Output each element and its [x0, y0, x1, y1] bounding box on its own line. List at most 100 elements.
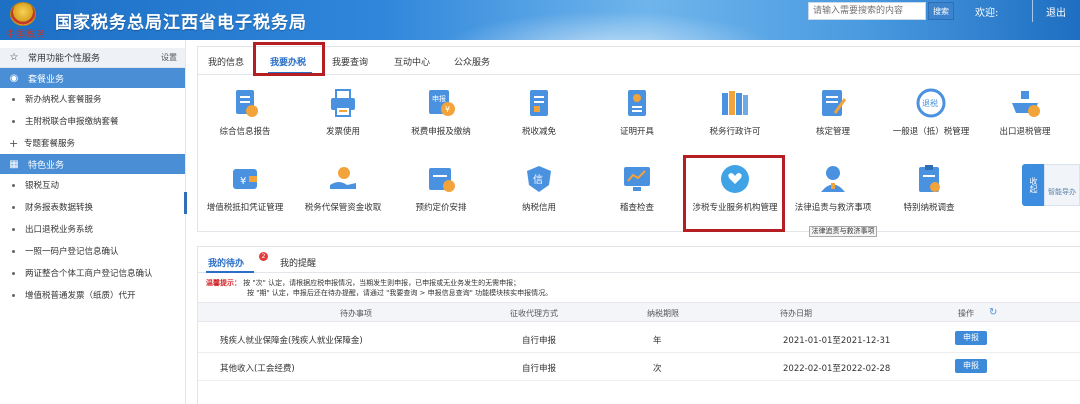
- wallet-icon: ¥: [228, 162, 262, 196]
- sidebar-item-label: 主附税联合申报缴纳套餐: [25, 117, 119, 127]
- service-label: 核定管理: [815, 127, 850, 137]
- globe-icon: ◉: [9, 72, 19, 84]
- service-tax-reduction[interactable]: 税收减免: [494, 86, 584, 137]
- tooltip: 法律追责与救济事项: [809, 226, 877, 237]
- sidebar-item[interactable]: 增值税普通发票（纸质）代开: [0, 284, 185, 306]
- search-input[interactable]: [808, 2, 926, 20]
- books-icon: [718, 86, 752, 120]
- bullet-icon: [12, 205, 15, 209]
- tab-public-service[interactable]: 公众服务: [454, 55, 490, 68]
- sidebar-collapse-handle[interactable]: [184, 192, 187, 214]
- service-certificate[interactable]: 证明开具: [592, 86, 682, 137]
- sidebar-common-header[interactable]: ☆ 常用功能个性服务 设置: [0, 48, 185, 68]
- header-divider: [1032, 0, 1033, 22]
- sidebar-item[interactable]: 一照一码户登记信息确认: [0, 240, 185, 262]
- sidebar-item[interactable]: 主附税联合申报缴纳套餐: [0, 110, 185, 132]
- star-icon: ☆: [9, 52, 19, 63]
- service-inspection[interactable]: 稽查检查: [592, 162, 682, 213]
- tab-interaction[interactable]: 互动中心: [394, 55, 430, 68]
- bullet-icon: [12, 249, 15, 253]
- sidebar-item[interactable]: 财务报表数据转换: [0, 196, 185, 218]
- sidebar-item-label: 增值税普通发票（纸质）代开: [25, 291, 136, 301]
- sidebar-package-label: 套餐业务: [28, 74, 65, 85]
- sidebar-item[interactable]: 银税互动: [0, 174, 185, 196]
- service-declare-pay[interactable]: 申报 ¥ 税费申报及缴纳: [396, 86, 486, 137]
- sidebar-item-label: 出口退税业务系统: [25, 225, 94, 235]
- todo-method: 自行申报: [522, 336, 557, 346]
- service-special-investigation[interactable]: 特别纳税调查: [884, 162, 974, 213]
- service-label: 税务代保管资金收取: [304, 203, 382, 213]
- sidebar-item[interactable]: 出口退税业务系统: [0, 218, 185, 240]
- clipboard-icon: [912, 162, 946, 196]
- service-credit[interactable]: 信 纳税信用: [494, 162, 584, 213]
- bullet-icon: [12, 293, 15, 297]
- svg-text:信: 信: [533, 174, 543, 186]
- service-fund-custody[interactable]: 税务代保管资金收取: [298, 162, 388, 213]
- sidebar-package-header[interactable]: ◉ 套餐业务: [0, 68, 185, 88]
- report-icon: [228, 86, 262, 120]
- tab-my-todo[interactable]: 我的待办: [208, 256, 244, 269]
- sidebar-item[interactable]: 两证整合个体工商户登记信息确认: [0, 262, 185, 284]
- checklist-icon: [816, 86, 850, 120]
- service-refund[interactable]: 退税 一般退（抵）税管理: [886, 86, 976, 137]
- sidebar-item-label: 银税互动: [25, 181, 60, 191]
- smart-guide-card[interactable]: 智能导办: [1044, 164, 1080, 206]
- declare-button[interactable]: 申报: [955, 331, 987, 345]
- sidebar-setting-link[interactable]: 设置: [161, 52, 177, 63]
- todo-period: 次: [653, 364, 662, 374]
- sidebar-item[interactable]: 新办纳税人套餐服务: [0, 88, 185, 110]
- svg-text:申报: 申报: [432, 94, 446, 103]
- service-label: 证明开具: [619, 127, 654, 137]
- person-icon: [816, 162, 850, 196]
- search-button[interactable]: 搜索: [928, 2, 954, 20]
- welcome-text: 欢迎:: [975, 8, 999, 19]
- site-title: 国家税务总局江西省电子税务局: [55, 13, 307, 33]
- column-header: 待办事项: [340, 309, 372, 318]
- bullet-icon: [12, 183, 15, 187]
- svg-text:¥: ¥: [445, 105, 450, 114]
- service-label: 法律追责与救济事项: [794, 203, 872, 213]
- service-legal-remedy[interactable]: 法律追责与救济事项: [788, 162, 878, 213]
- logout-link[interactable]: 退出: [1046, 4, 1066, 19]
- service-label: 税收减免: [521, 127, 556, 137]
- refresh-icon[interactable]: ↻: [989, 307, 997, 318]
- tab-query[interactable]: 我要查询: [332, 55, 368, 68]
- bullet-icon: [12, 119, 15, 123]
- ship-icon: [1008, 86, 1042, 120]
- sidebar-common-label: 常用功能个性服务: [28, 54, 101, 64]
- service-label: 综合信息报告: [219, 127, 271, 137]
- svg-text:退税: 退税: [922, 98, 938, 108]
- declare-icon: 申报 ¥: [424, 86, 458, 120]
- service-admin-license[interactable]: 税务行政许可: [690, 86, 780, 137]
- table-row: 其他收入(工会经费) 自行申报 次 2022-02-01至2022-02-28 …: [198, 353, 1080, 381]
- column-header: 征收代理方式: [510, 309, 558, 318]
- calendar-icon: [424, 162, 458, 196]
- emblem-caption: 中国税务: [6, 30, 47, 40]
- collapse-side-tab[interactable]: 收起: [1022, 164, 1044, 206]
- table-row: 残疾人就业保障金(残疾人就业保障金) 自行申报 年 2021-01-01至202…: [198, 325, 1080, 353]
- service-export-refund[interactable]: 出口退税管理: [980, 86, 1070, 137]
- bullet-icon: [12, 271, 15, 275]
- service-vat-deduction[interactable]: ¥ 增值税抵扣凭证管理: [200, 162, 290, 213]
- service-label: 特别纳税调查: [903, 203, 955, 213]
- service-label: 税务行政许可: [709, 127, 761, 137]
- tab-my-reminder[interactable]: 我的提醒: [280, 256, 316, 269]
- declare-button[interactable]: 申报: [955, 359, 987, 373]
- service-invoice[interactable]: 发票使用: [298, 86, 388, 137]
- top-header: 中国税务 国家税务总局江西省电子税务局 搜索 欢迎: 退出: [0, 0, 1080, 40]
- sidebar-item-special-package[interactable]: + 专题套餐服务: [0, 132, 185, 154]
- todo-panel: 我的待办 2 我的提醒 温馨提示： 按 "次" 认定，请根据应税申报情况，当期发…: [197, 246, 1080, 404]
- service-info-report[interactable]: 综合信息报告: [200, 86, 290, 137]
- sidebar-item-label: 专题套餐服务: [24, 139, 76, 149]
- hand-coin-icon: [326, 162, 360, 196]
- tab-my-info[interactable]: 我的信息: [208, 55, 244, 68]
- todo-date: 2022-02-01至2022-02-28: [783, 364, 891, 374]
- column-header: 待办日期: [780, 309, 812, 318]
- monitor-chart-icon: [620, 162, 654, 196]
- grid-icon: ▦: [9, 158, 19, 170]
- table-header: 待办事项 征收代理方式 纳税期限 待办日期 操作 ↻: [198, 302, 1080, 322]
- service-pricing[interactable]: 预约定价安排: [396, 162, 486, 213]
- sidebar-featured-header[interactable]: ▦ 特色业务: [0, 154, 185, 174]
- service-verification[interactable]: 核定管理: [788, 86, 878, 137]
- plus-icon: +: [9, 136, 19, 150]
